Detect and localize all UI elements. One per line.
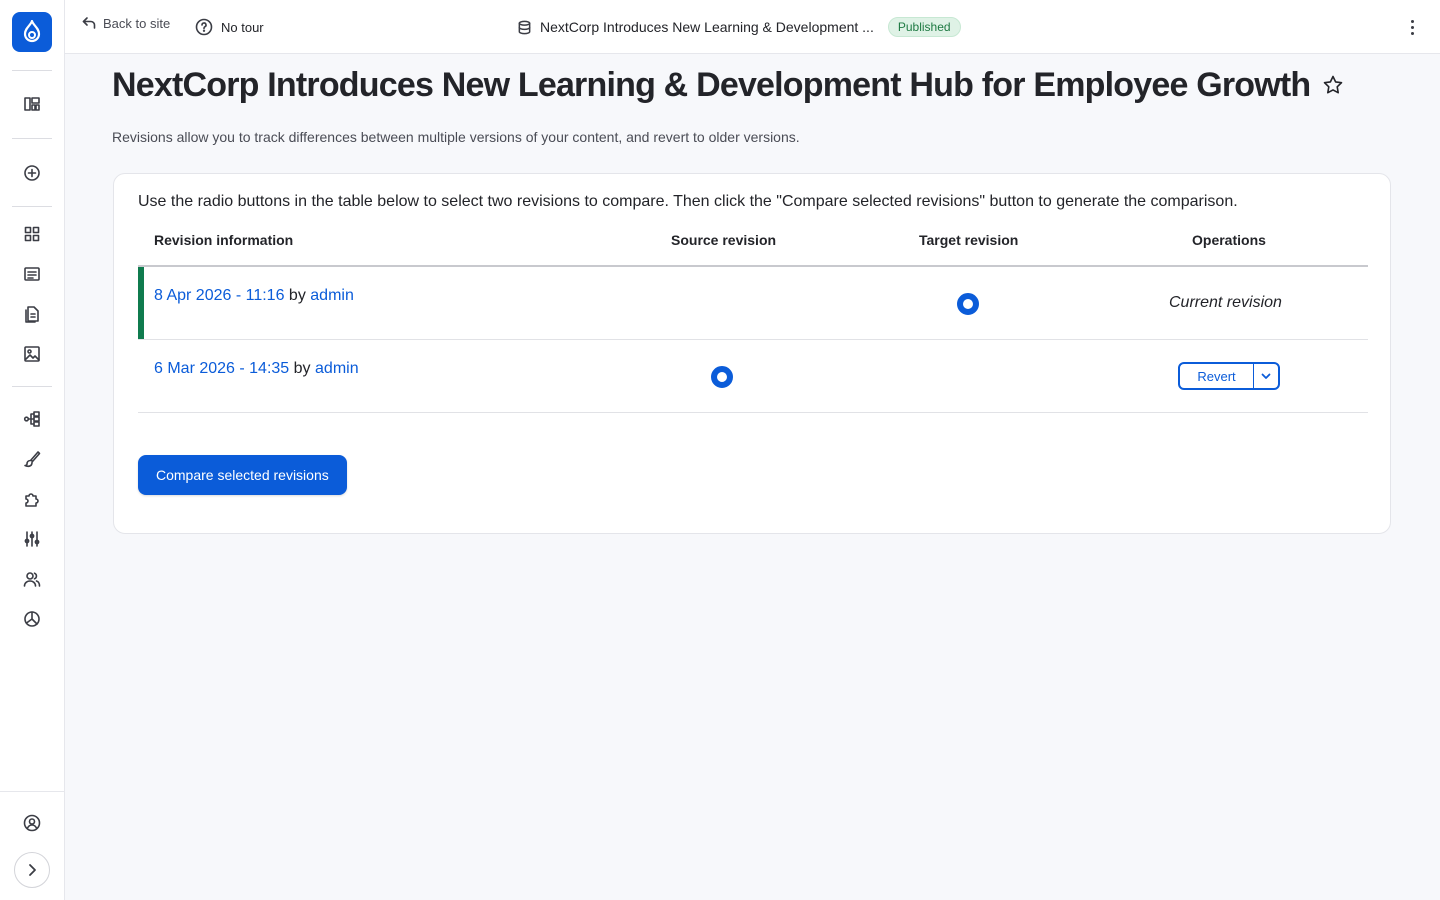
sidebar-footer-divider	[0, 791, 64, 792]
revert-button[interactable]: Revert	[1180, 364, 1254, 388]
chevron-down-icon	[1261, 373, 1271, 379]
revisions-table: Revision information Source revision Tar…	[138, 226, 1368, 413]
current-revision-label: Current revision	[1169, 294, 1282, 311]
chevron-right-icon	[29, 864, 36, 876]
reports-icon[interactable]	[20, 607, 44, 631]
target-revision-radio[interactable]	[957, 293, 979, 315]
back-to-site-link[interactable]: Back to site	[81, 13, 170, 33]
database-icon	[518, 20, 531, 34]
revisions-card: Use the radio buttons in the table below…	[113, 173, 1391, 534]
header-revision-information: Revision information	[154, 232, 294, 248]
user-account-icon[interactable]	[20, 811, 44, 835]
add-icon[interactable]	[20, 161, 44, 185]
table-row: 8 Apr 2026 - 11:16 by admin Current revi…	[138, 267, 1368, 340]
compare-selected-revisions-button[interactable]: Compare selected revisions	[138, 455, 347, 495]
revision-info: 6 Mar 2026 - 14:35 by admin	[154, 360, 359, 378]
back-arrow-icon	[82, 17, 96, 29]
revision-date-link[interactable]: 6 Mar 2026 - 14:35	[154, 360, 289, 377]
back-to-site-label: Back to site	[103, 15, 171, 31]
revert-dropdown-toggle[interactable]	[1254, 364, 1278, 388]
files-icon[interactable]	[20, 302, 44, 326]
page-title-text: NextCorp Introduces New Learning & Devel…	[112, 66, 1311, 104]
structure-icon[interactable]	[20, 407, 44, 431]
document-title-text: NextCorp Introduces New Learning & Devel…	[540, 19, 874, 35]
more-options-icon[interactable]	[1404, 16, 1420, 38]
table-row: 6 Mar 2026 - 14:35 by admin Revert	[138, 340, 1368, 413]
revision-date-link[interactable]: 8 Apr 2026 - 11:16	[154, 287, 284, 304]
page-title: NextCorp Introduces New Learning & Devel…	[112, 66, 1344, 105]
sidebar-divider	[12, 386, 52, 387]
tour-label: No tour	[221, 19, 264, 35]
instructions-text: Use the radio buttons in the table below…	[138, 193, 1238, 210]
sidebar	[0, 0, 65, 900]
people-icon[interactable]	[20, 567, 44, 591]
revision-author-link[interactable]: admin	[315, 360, 359, 377]
header-target-revision: Target revision	[919, 232, 1019, 248]
revision-author-link[interactable]: admin	[310, 287, 354, 304]
header-operations: Operations	[1192, 232, 1266, 248]
page-description: Revisions allow you to track differences…	[112, 129, 800, 145]
revision-by-label: by	[288, 287, 306, 304]
drupal-logo-icon[interactable]	[12, 12, 52, 52]
sidebar-divider	[12, 138, 52, 139]
revert-dropbutton: Revert	[1178, 362, 1280, 390]
top-bar: Back to site No tour NextCorp Introduces…	[65, 0, 1440, 54]
current-revision-marker	[138, 267, 144, 339]
header-source-revision: Source revision	[671, 232, 777, 248]
table-header: Revision information Source revision Tar…	[138, 226, 1368, 267]
content-icon[interactable]	[20, 222, 44, 246]
dashboard-icon[interactable]	[20, 92, 44, 116]
help-icon	[195, 18, 213, 36]
configuration-icon[interactable]	[20, 527, 44, 551]
media-icon[interactable]	[20, 342, 44, 366]
expand-sidebar-button[interactable]	[14, 852, 50, 888]
tour-button[interactable]: No tour	[195, 17, 264, 37]
source-revision-radio[interactable]	[711, 366, 733, 388]
sidebar-divider	[12, 70, 52, 71]
star-icon[interactable]	[1322, 66, 1344, 105]
revision-by-label: by	[293, 360, 311, 377]
extend-icon[interactable]	[20, 487, 44, 511]
appearance-icon[interactable]	[20, 447, 44, 471]
status-badge: Published	[887, 17, 961, 37]
list-icon[interactable]	[20, 262, 44, 286]
document-title: NextCorp Introduces New Learning & Devel…	[517, 16, 961, 38]
revision-info: 8 Apr 2026 - 11:16 by admin	[154, 287, 354, 305]
sidebar-divider	[12, 206, 52, 207]
